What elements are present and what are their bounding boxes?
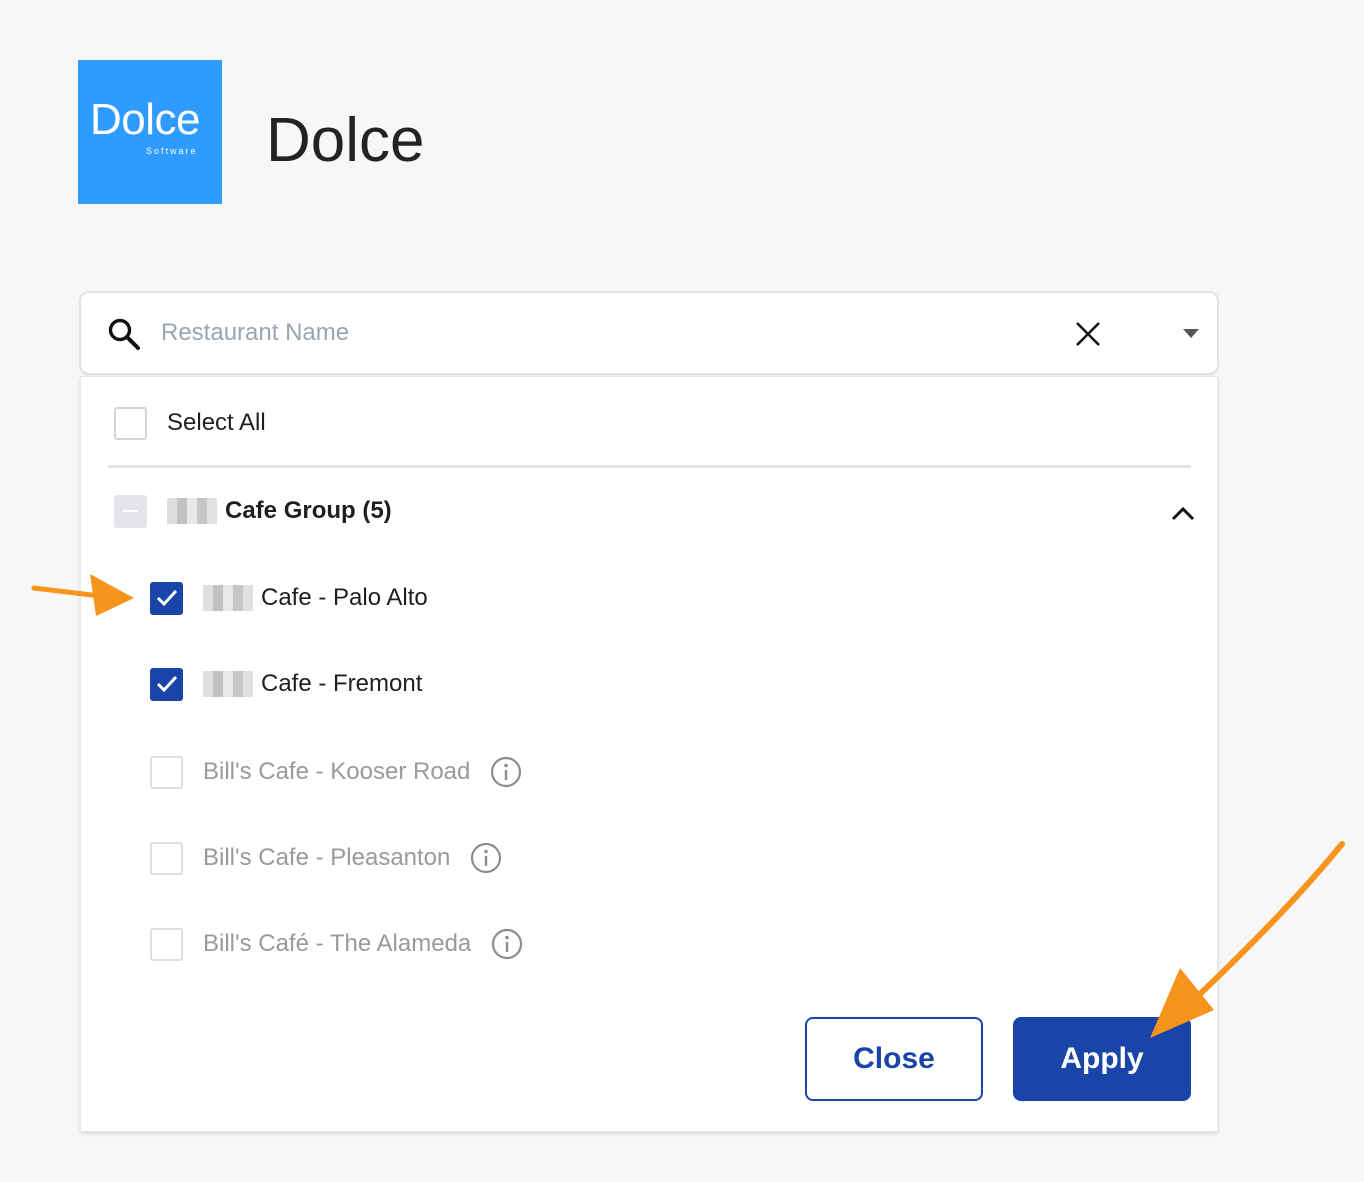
item-checkbox-disabled <box>150 927 183 961</box>
list-item: Bill's Cafe - Pleasanton <box>150 838 502 878</box>
search-icon <box>108 318 140 350</box>
restaurant-search-combobox[interactable] <box>79 291 1219 375</box>
item-label: Bill's Cafe - Pleasanton <box>203 844 451 871</box>
info-icon[interactable] <box>491 928 523 960</box>
item-label: Cafe - Palo Alto <box>261 584 428 611</box>
info-icon[interactable] <box>470 842 502 874</box>
item-checkbox-checked[interactable] <box>150 667 183 701</box>
item-checkbox-disabled <box>150 841 183 875</box>
list-item[interactable]: Cafe - Palo Alto <box>150 578 428 618</box>
logo-subtext: Software <box>146 146 198 156</box>
group-label: Cafe Group (5) <box>225 497 392 524</box>
select-all-label: Select All <box>167 409 266 436</box>
check-icon <box>156 589 177 607</box>
list-item[interactable]: Cafe - Fremont <box>150 664 422 704</box>
apply-button[interactable]: Apply <box>1013 1017 1191 1101</box>
redacted-text <box>203 585 253 611</box>
indeterminate-icon <box>123 510 138 512</box>
list-item: Bill's Café - The Alameda <box>150 924 523 964</box>
info-icon[interactable] <box>490 756 522 788</box>
redacted-text <box>167 498 217 524</box>
dolce-logo: Dolce Software <box>78 60 222 204</box>
chevron-up-icon[interactable] <box>1171 505 1195 521</box>
group-checkbox[interactable] <box>114 494 147 528</box>
close-icon[interactable] <box>1075 321 1101 347</box>
logo-wordmark: Dolce <box>90 95 201 144</box>
item-checkbox-checked[interactable] <box>150 581 183 615</box>
redacted-text <box>203 671 253 697</box>
select-all-row[interactable]: Select All <box>114 403 266 443</box>
item-label: Cafe - Fremont <box>261 670 423 697</box>
close-button[interactable]: Close <box>805 1017 983 1101</box>
check-icon <box>156 675 177 693</box>
group-row[interactable]: Cafe Group (5) <box>114 491 392 531</box>
select-all-checkbox[interactable] <box>114 406 147 440</box>
list-divider <box>108 465 1191 468</box>
item-label: Bill's Cafe - Kooser Road <box>203 758 471 785</box>
restaurant-search-input[interactable] <box>161 313 1041 353</box>
app-title: Dolce <box>266 106 425 175</box>
list-item: Bill's Cafe - Kooser Road <box>150 752 522 792</box>
item-label: Bill's Café - The Alameda <box>203 930 472 957</box>
restaurant-dropdown-panel: Select All Cafe Group (5) Cafe - Palo Al… <box>80 376 1218 1132</box>
item-checkbox-disabled <box>150 755 183 789</box>
caret-down-icon[interactable] <box>1183 329 1199 339</box>
